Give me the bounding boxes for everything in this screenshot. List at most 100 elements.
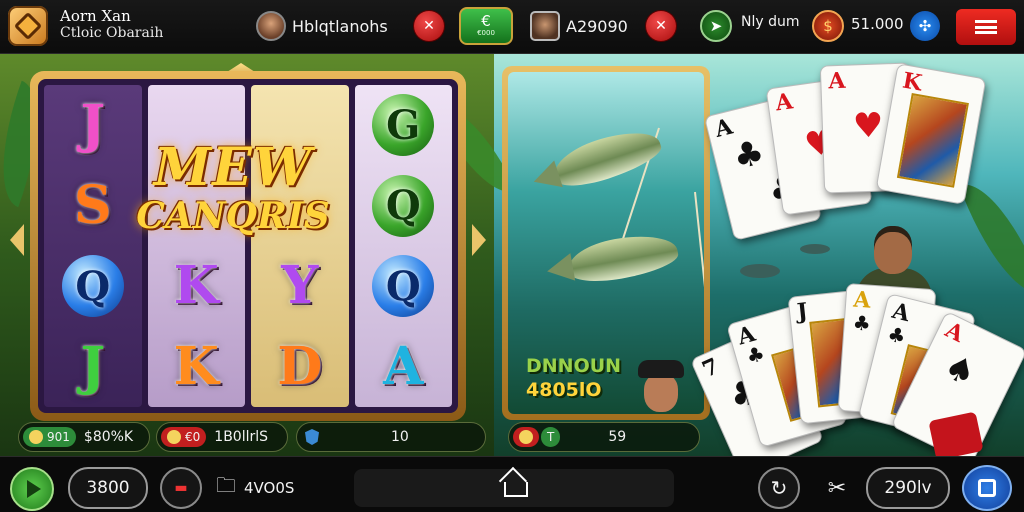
fullscreen-button[interactable] — [962, 465, 1012, 511]
reel-symbol: A — [383, 335, 424, 397]
opponent-chip[interactable]: A29090 — [530, 11, 628, 41]
stat-badge-4: T — [541, 427, 561, 447]
bet-amount-button[interactable]: 3800 — [68, 467, 148, 509]
coin-icon — [29, 430, 43, 444]
deposit-button[interactable]: € €000 — [459, 7, 513, 45]
stat-pill-4[interactable]: T 59 — [508, 422, 700, 452]
reel-symbol: K — [173, 335, 219, 397]
fishing-card-value: 4805lO — [526, 379, 602, 401]
go-label: Nly dum — [741, 14, 800, 30]
brand-title: Aorn Xan Ctloic Obaraih — [60, 8, 163, 42]
stat-badge-1: 901 — [23, 427, 76, 447]
card-rank: K — [900, 67, 924, 97]
minus-button[interactable]: ▬ — [160, 467, 202, 509]
reel-symbol: S — [73, 174, 112, 236]
stat-badge-2: €0 — [161, 427, 207, 447]
card-rank: A — [827, 67, 846, 95]
reel-symbol-orb: Q — [372, 174, 435, 237]
home-icon — [501, 479, 528, 497]
reel-2: K K — [147, 85, 245, 407]
reel-4: G Q Q A — [354, 85, 452, 407]
reel-symbol: J — [80, 94, 106, 156]
card-rank: A — [941, 316, 968, 348]
rock — [740, 264, 780, 278]
fishing-card-title: DNNOUN — [526, 355, 622, 377]
slot-prev-arrow[interactable] — [10, 224, 24, 256]
stat-value-2: 1B0llrlS — [214, 429, 269, 445]
total-amount-button[interactable]: 290lv — [866, 467, 950, 509]
player-profile-chip[interactable]: Hblqtlanohs — [256, 11, 388, 41]
stat-value-3: 10 — [391, 429, 409, 445]
refresh-button[interactable]: ↻ — [758, 467, 800, 509]
close-button-1[interactable]: ✕ — [414, 11, 444, 41]
menu-button[interactable] — [956, 9, 1016, 45]
share-button[interactable]: ✣ — [910, 11, 940, 41]
total-amount: 290lv — [884, 478, 932, 498]
coin-icon — [167, 430, 181, 444]
stat-pill-1[interactable]: 901 $80%K — [18, 422, 150, 452]
fish-icon — [565, 228, 681, 288]
stat-badge-4-left — [513, 427, 539, 447]
reel-symbol-orb: Q — [372, 255, 435, 318]
coin-icon: $ — [812, 10, 844, 42]
game-scene: J S Q J K K Y D G Q Q A MEW CANQRIS DNNO… — [0, 54, 1024, 456]
opponent-avatar — [530, 11, 560, 41]
diamond-icon — [13, 11, 43, 41]
stat-value-1: $80%K — [83, 429, 134, 445]
card-suit: ♥ — [852, 105, 885, 147]
player-avatar — [256, 11, 286, 41]
reel-1: J S Q J — [44, 85, 142, 407]
close-button-2[interactable]: ✕ — [646, 11, 676, 41]
card-suit: ♠ — [937, 345, 983, 396]
bet-amount: 3800 — [86, 478, 130, 498]
reel-3: Y D — [251, 85, 349, 407]
shield-icon — [305, 429, 319, 445]
slot-title-line-2: CANQRIS — [136, 195, 330, 237]
home-bar[interactable] — [354, 469, 674, 507]
app-logo[interactable] — [8, 6, 48, 46]
slot-machine[interactable]: J S Q J K K Y D G Q Q A — [30, 71, 466, 421]
card-suit: ♣ — [743, 340, 768, 369]
go-button[interactable]: ➤ — [700, 10, 732, 42]
fish-icon — [548, 121, 666, 195]
square-icon — [978, 479, 996, 497]
reel-symbol-orb: G — [372, 94, 435, 157]
card-rank: A — [773, 88, 795, 117]
stat-pill-3[interactable]: 10 — [296, 422, 486, 452]
reel-symbol: Y — [281, 255, 319, 317]
game-lobby-screen: Aorn Xan Ctloic Obaraih Hblqtlanohs ✕ € … — [0, 0, 1024, 512]
reel-symbol: Q — [385, 182, 421, 230]
tools-icon: ✂ — [827, 475, 847, 501]
card-suit: ♣ — [851, 310, 872, 336]
coin-icon — [519, 430, 533, 444]
tools-button[interactable]: ✂ — [818, 469, 856, 507]
reel-symbol: K — [173, 255, 219, 317]
card-rank: 7 — [698, 353, 723, 384]
fishing-card-caption: DNNOUN 4805lO — [526, 354, 621, 402]
reel-symbol: D — [277, 335, 323, 397]
card-rank: A — [852, 286, 872, 314]
fishing-game-card[interactable]: DNNOUN 4805lO — [502, 66, 710, 420]
reel-symbol-orb: Q — [61, 255, 124, 318]
opponent-balance: A29090 — [566, 16, 628, 36]
mode-selector[interactable]: 🗀 4VO0S — [216, 471, 294, 505]
reel-symbol: Q — [385, 262, 421, 310]
player-name: Hblqtlanohs — [292, 16, 388, 36]
card-rank: A — [712, 113, 736, 143]
refresh-icon: ↻ — [770, 476, 788, 500]
deposit-button-icon: € — [481, 12, 491, 30]
reel-symbol: Q — [75, 262, 111, 310]
rock — [800, 244, 830, 254]
coin-balance: 51.000 — [851, 15, 904, 33]
fishing-rod — [694, 191, 704, 372]
share-icon: ✣ — [918, 17, 932, 35]
stat-pill-2[interactable]: €0 1B0llrlS — [156, 422, 288, 452]
stat-value-4: 59 — [608, 429, 627, 445]
play-button[interactable] — [10, 467, 54, 511]
slot-reels: J S Q J K K Y D G Q Q A — [38, 79, 458, 413]
slot-game-title: MEW CANQRIS — [118, 142, 348, 237]
hamburger-icon — [975, 20, 997, 34]
reel-symbol: J — [80, 335, 106, 397]
slot-next-arrow[interactable] — [472, 224, 486, 256]
card-suit: ♣ — [729, 131, 769, 179]
